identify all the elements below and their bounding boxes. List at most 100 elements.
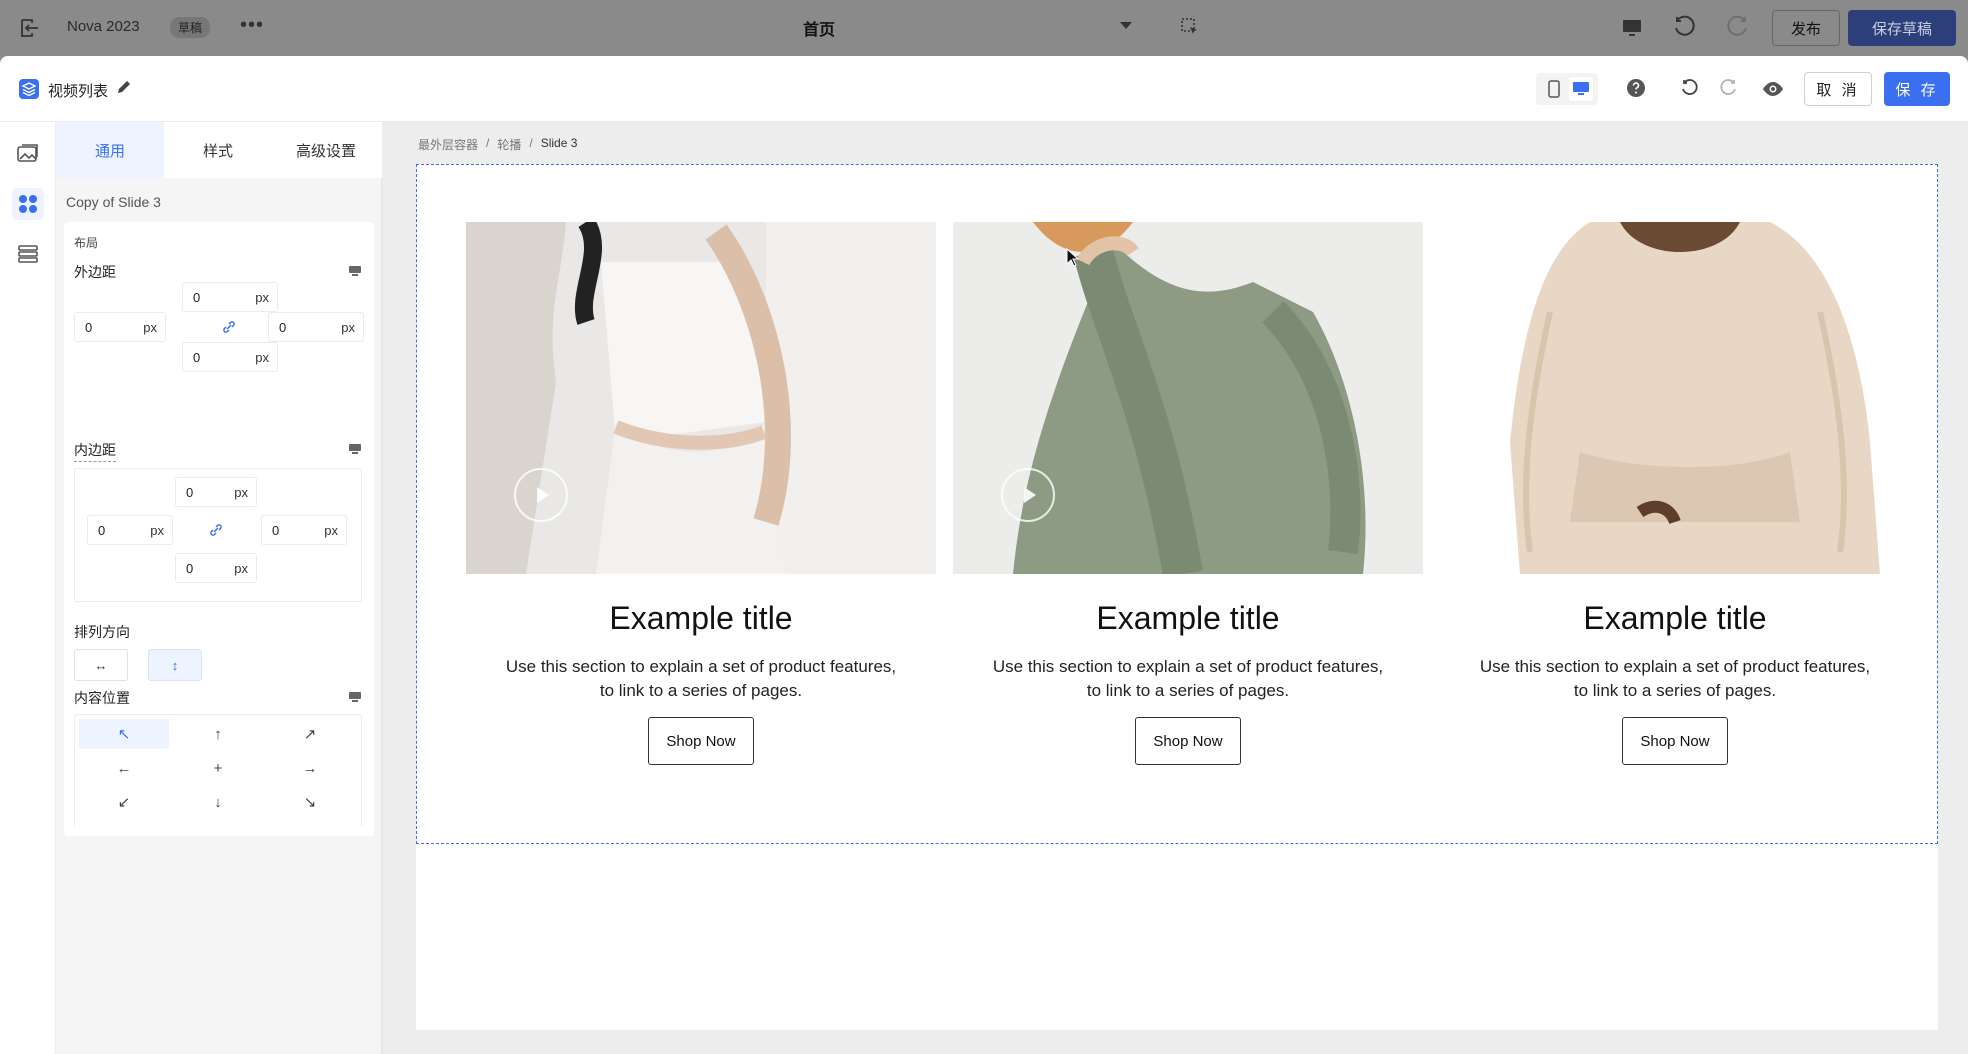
slide-title: Example title xyxy=(609,600,793,636)
tab-general[interactable]: 通用 xyxy=(56,122,164,178)
breadcrumb-root[interactable]: 最外层容器 xyxy=(418,136,478,153)
margin-left-input[interactable]: 0 px xyxy=(74,312,166,342)
slide-title: Example title xyxy=(1583,600,1767,636)
select-tool-icon[interactable] xyxy=(1180,17,1200,37)
mobile-view-button[interactable] xyxy=(1542,77,1566,101)
project-name: Nova 2023 xyxy=(67,18,140,35)
align-top-center[interactable]: ↑ xyxy=(173,719,263,749)
page-select[interactable]: 首页 xyxy=(803,16,835,40)
align-middle-left[interactable]: ← xyxy=(79,753,169,783)
draft-badge: 草稿 xyxy=(170,17,211,38)
slide-description: Use this section to explain a set of pro… xyxy=(992,657,1384,700)
slide[interactable]: Example title Use this section to explai… xyxy=(466,222,936,765)
more-menu-icon[interactable]: ••• xyxy=(240,14,264,37)
responsive-desktop-icon[interactable] xyxy=(348,443,362,455)
save-button[interactable]: 保 存 xyxy=(1884,72,1950,106)
responsive-desktop-icon[interactable] xyxy=(348,691,362,703)
layout-card: 布局 外边距 0 px 0 px 0 px 0 px 内边距 0 px 0 px 0 px 0… xyxy=(64,222,374,836)
rail-media[interactable] xyxy=(12,138,44,170)
padding-bottom-input[interactable]: 0 px xyxy=(175,553,257,583)
mobile-icon xyxy=(1547,80,1560,98)
breadcrumb-current: Slide 3 xyxy=(540,136,578,150)
desktop-preview-icon[interactable] xyxy=(1620,16,1644,40)
margin-top-input[interactable]: 0 px xyxy=(182,282,278,312)
shop-now-button[interactable]: Shop Now xyxy=(648,717,754,765)
slide-description: Use this section to explain a set of pro… xyxy=(505,657,897,700)
slide[interactable]: Example title Use this section to explai… xyxy=(953,222,1423,765)
play-icon[interactable] xyxy=(514,468,568,522)
direction-vertical-button[interactable]: ↕ xyxy=(148,649,202,681)
align-bottom-right[interactable]: ↘ xyxy=(265,787,355,817)
editor-topbar: Nova 2023 草稿 ••• 首页 发布 保存草稿 xyxy=(0,0,1968,56)
breadcrumb-carousel[interactable]: 轮播 xyxy=(497,136,521,153)
slide-image xyxy=(953,222,1423,574)
modal-header: 视频列表 取 消 保 存 xyxy=(0,56,1968,122)
modal-title: 视频列表 xyxy=(48,83,109,100)
video-list-editor-modal: 视频列表 取 消 保 存 通用 样式 高级设置 Copy of Slide 3 xyxy=(0,56,1968,1054)
padding-label: 内边距 xyxy=(74,440,116,462)
link-paddings-button[interactable] xyxy=(203,517,229,543)
slide-description: Use this section to explain a set of pro… xyxy=(1479,657,1871,700)
list-icon xyxy=(18,245,38,263)
slide[interactable]: Example title Use this section to explai… xyxy=(1440,222,1910,765)
desktop-view-button[interactable] xyxy=(1568,77,1593,101)
page-preview: Example title Use this section to explai… xyxy=(416,164,1938,1030)
play-icon[interactable] xyxy=(1001,468,1055,522)
element-name: Copy of Slide 3 xyxy=(66,194,161,210)
image-icon xyxy=(17,144,38,162)
align-top-right[interactable]: ↗ xyxy=(265,719,355,749)
slide-image xyxy=(466,222,936,574)
direction-label: 排列方向 xyxy=(74,624,130,640)
editor-canvas: 最外层容器 / 轮播 / Slide 3 Example title Use t… xyxy=(382,122,1968,1054)
padding-editor: 0 px 0 px 0 px 0 px xyxy=(74,468,362,602)
undo-icon[interactable] xyxy=(1672,14,1698,40)
pencil-icon[interactable] xyxy=(116,79,132,95)
preview-eye-icon[interactable] xyxy=(1762,78,1784,100)
slide-title: Example title xyxy=(1096,600,1280,636)
slide-image xyxy=(1440,222,1910,574)
content-position-label: 内容位置 xyxy=(74,690,130,706)
padding-right-input[interactable]: 0 px xyxy=(261,515,347,545)
align-middle-right[interactable]: → xyxy=(265,753,355,783)
content-position-grid: ↖ ↑ ↗ ← + → ↙ ↓ ↘ xyxy=(74,714,362,826)
device-toggle xyxy=(1536,73,1598,105)
responsive-desktop-icon[interactable] xyxy=(348,265,362,277)
align-bottom-center[interactable]: ↓ xyxy=(173,787,263,817)
redo-icon[interactable] xyxy=(1716,77,1738,99)
help-icon[interactable] xyxy=(1626,78,1646,98)
margin-bottom-input[interactable]: 0 px xyxy=(182,342,278,372)
mouse-cursor-icon xyxy=(1066,248,1080,267)
align-bottom-left[interactable]: ↙ xyxy=(79,787,169,817)
redo-icon[interactable] xyxy=(1724,14,1750,40)
desktop-icon xyxy=(1572,82,1589,95)
settings-panel: 通用 样式 高级设置 Copy of Slide 3 布局 外边距 0 px 0p… xyxy=(56,122,382,1054)
tab-advanced[interactable]: 高级设置 xyxy=(272,122,380,178)
rail-components[interactable] xyxy=(12,188,44,220)
margin-label: 外边距 xyxy=(74,264,116,280)
save-draft-button[interactable]: 保存草稿 xyxy=(1848,10,1956,46)
cancel-button[interactable]: 取 消 xyxy=(1804,72,1872,106)
padding-left-input[interactable]: 0 px xyxy=(87,515,173,545)
settings-tabs: 通用 样式 高级设置 xyxy=(56,122,382,178)
chevron-down-icon[interactable] xyxy=(1120,22,1132,29)
link-margins-button[interactable] xyxy=(216,314,242,340)
components-icon xyxy=(19,195,37,213)
link-icon xyxy=(223,321,235,333)
align-center[interactable]: + xyxy=(173,753,263,783)
model-beige-hoodie-image xyxy=(1440,222,1910,574)
align-top-left[interactable]: ↖ xyxy=(79,719,169,749)
shop-now-button[interactable]: Shop Now xyxy=(1135,717,1241,765)
margin-right-input[interactable]: 0 px xyxy=(268,312,364,342)
left-tool-rail xyxy=(0,122,56,1054)
direction-horizontal-button[interactable]: ↔ xyxy=(74,649,128,681)
publish-button[interactable]: 发布 xyxy=(1772,10,1840,46)
shop-now-button[interactable]: Shop Now xyxy=(1622,717,1728,765)
exit-icon[interactable] xyxy=(18,16,42,40)
rail-layers[interactable] xyxy=(12,238,44,270)
padding-top-input[interactable]: 0 px xyxy=(175,477,257,507)
layout-label: 布局 xyxy=(74,236,99,250)
tab-style[interactable]: 样式 xyxy=(164,122,272,178)
breadcrumb: 最外层容器 / 轮播 / Slide 3 xyxy=(418,136,578,153)
undo-icon[interactable] xyxy=(1680,77,1702,99)
layers-icon xyxy=(19,79,39,99)
